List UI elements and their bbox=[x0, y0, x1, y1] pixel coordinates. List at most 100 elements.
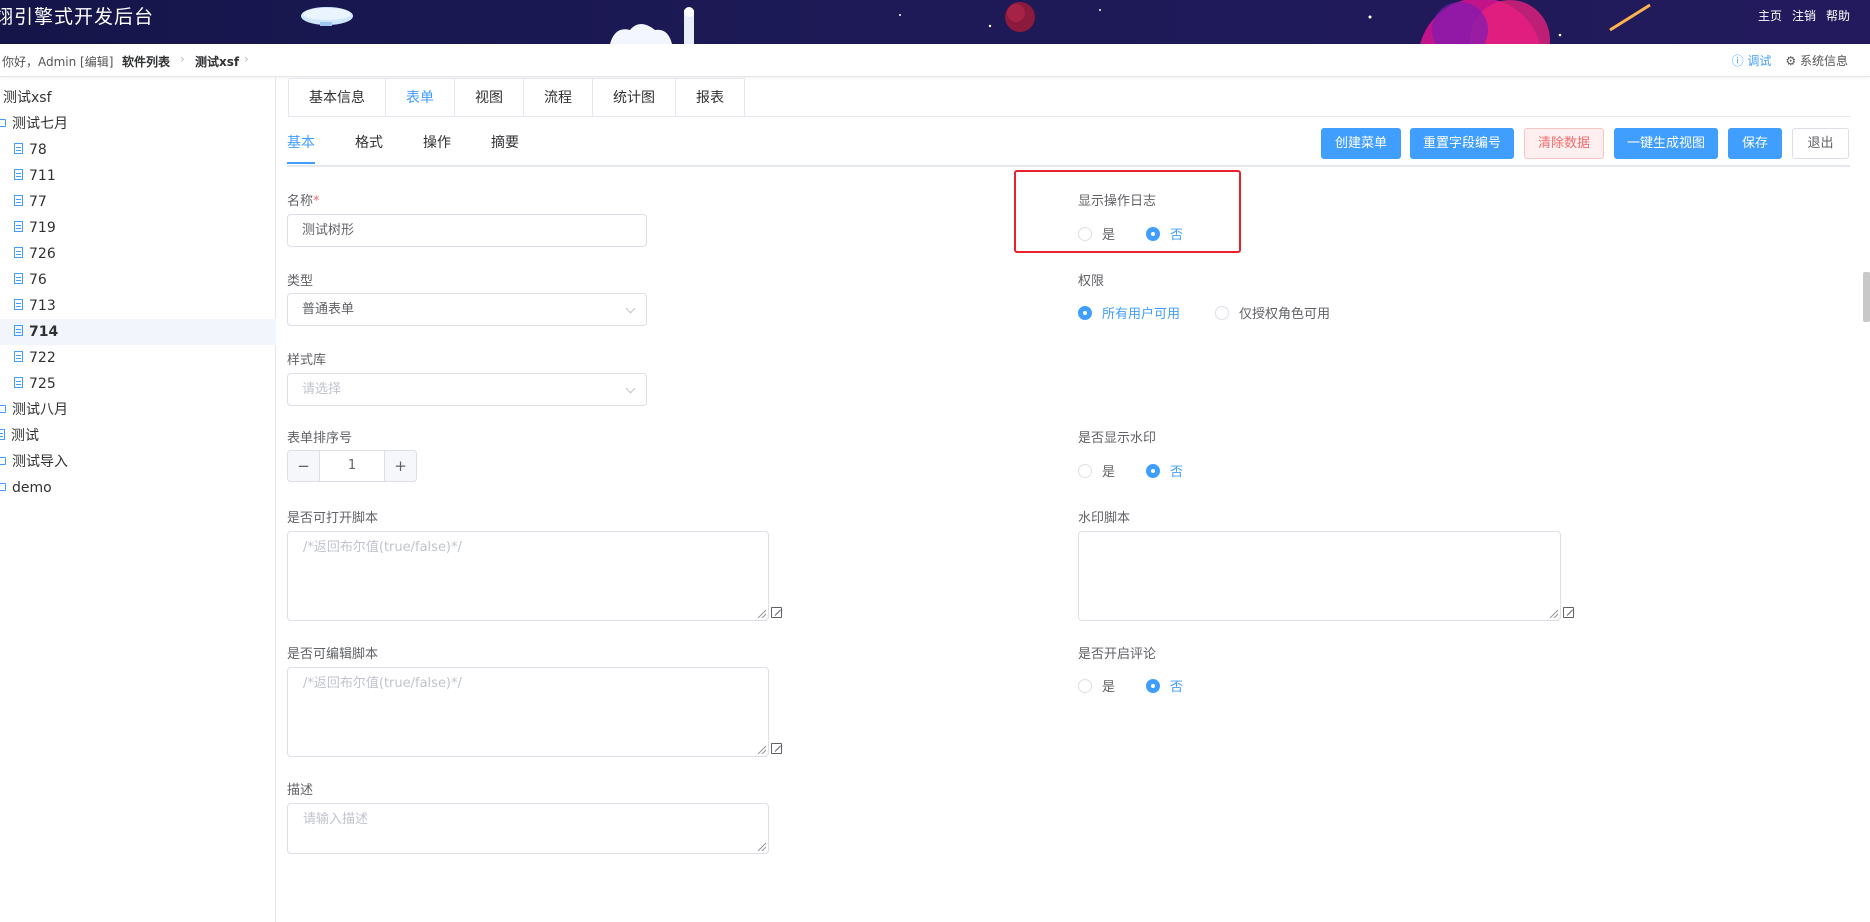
generate-view-button[interactable]: 一键生成视图 bbox=[1614, 128, 1718, 159]
reset-field-number-button[interactable]: 重置字段编号 bbox=[1410, 128, 1514, 159]
increment-button[interactable]: + bbox=[384, 451, 416, 481]
subtab-summary[interactable]: 摘要 bbox=[491, 128, 519, 164]
tab-basic-info[interactable]: 基本信息 bbox=[289, 79, 386, 117]
tab-report[interactable]: 报表 bbox=[676, 79, 744, 117]
tree-doc-item[interactable]: 77 bbox=[14, 189, 290, 215]
form-order-stepper: − 1 + bbox=[287, 450, 417, 482]
watermark-script-textarea[interactable] bbox=[1078, 531, 1561, 621]
resize-handle-icon[interactable] bbox=[758, 843, 766, 851]
debug-link[interactable]: ⓘ 调试 bbox=[1732, 52, 1772, 69]
tree-root-label: 测试xsf bbox=[3, 90, 52, 106]
breadcrumb-bar: 你好，Admin [编辑] 软件列表 › 测试xsf › ⓘ 调试 ⚙ 系统信息 bbox=[0, 44, 1870, 77]
breadcrumb-separator-icon: › bbox=[244, 52, 249, 66]
edit-script-label: 是否可编辑脚本 bbox=[287, 647, 379, 662]
folder-icon bbox=[0, 482, 6, 491]
name-input-value: 测试树形 bbox=[302, 223, 355, 238]
tree-folder-item[interactable]: 测试七月 bbox=[0, 111, 272, 137]
subtab-format[interactable]: 格式 bbox=[355, 128, 383, 164]
tree-item-label: 725 bbox=[29, 376, 56, 392]
edit-script-icon[interactable] bbox=[1563, 607, 1574, 618]
style-library-label: 样式库 bbox=[287, 353, 327, 368]
breadcrumb-separator-icon: › bbox=[180, 52, 185, 66]
type-label: 类型 bbox=[287, 274, 314, 289]
tree-root[interactable]: 测试xsf bbox=[3, 85, 279, 111]
tree-item-label: 722 bbox=[29, 350, 56, 366]
subtab-basic[interactable]: 基本 bbox=[287, 128, 315, 164]
tab-form[interactable]: 表单 bbox=[386, 79, 455, 117]
breadcrumb-current[interactable]: 测试xsf bbox=[195, 53, 239, 70]
resize-handle-icon[interactable] bbox=[758, 610, 766, 618]
name-label: 名称* bbox=[287, 190, 320, 209]
permission-role-only-radio[interactable]: 仅授权角色可用 bbox=[1215, 303, 1330, 322]
folder-icon bbox=[0, 118, 6, 127]
tree-doc-item[interactable]: 测试 bbox=[0, 423, 272, 449]
open-script-label: 是否可打开脚本 bbox=[287, 511, 379, 526]
watermark-no-radio[interactable]: 否 bbox=[1146, 461, 1183, 480]
tab-view[interactable]: 视图 bbox=[455, 79, 524, 117]
scrollbar-thumb[interactable] bbox=[1863, 272, 1870, 322]
breadcrumb-right-tools: ⓘ 调试 ⚙ 系统信息 bbox=[1732, 52, 1848, 69]
logout-link[interactable]: 注销 bbox=[1792, 7, 1816, 24]
comment-yes-radio[interactable]: 是 bbox=[1078, 676, 1115, 695]
tree-doc-item[interactable]: 76 bbox=[14, 267, 290, 293]
tree-item-label: 711 bbox=[29, 168, 56, 184]
open-script-textarea[interactable]: /*返回布尔值(true/false)*/ bbox=[287, 531, 769, 621]
tree-item-label: 77 bbox=[29, 194, 47, 210]
radio-circle bbox=[1146, 678, 1160, 693]
form-order-value[interactable]: 1 bbox=[320, 451, 384, 481]
tree-folder-item[interactable]: 测试导入 bbox=[0, 449, 272, 475]
required-mark: * bbox=[313, 194, 320, 209]
tree-doc-item[interactable]: 78 bbox=[14, 137, 290, 163]
breadcrumb-software-list[interactable]: 软件列表 bbox=[122, 53, 170, 70]
edit-script-textarea[interactable]: /*返回布尔值(true/false)*/ bbox=[287, 667, 769, 757]
user-greeting[interactable]: 你好，Admin [编辑] bbox=[2, 53, 113, 70]
radio-circle bbox=[1215, 305, 1229, 320]
tree-doc-item[interactable]: 719 bbox=[14, 215, 290, 241]
type-select[interactable]: 普通表单 bbox=[287, 293, 647, 326]
tree-item-label: 726 bbox=[29, 246, 56, 262]
app-header: 翊引擎式开发后台 主页 注销 帮助 bbox=[0, 0, 1870, 44]
resize-handle-icon[interactable] bbox=[1550, 610, 1558, 618]
tree-doc-item[interactable]: 726 bbox=[14, 241, 290, 267]
edit-script-icon[interactable] bbox=[771, 607, 782, 618]
style-library-select[interactable]: 请选择 bbox=[287, 373, 647, 406]
tree-folder-item[interactable]: demo bbox=[0, 475, 272, 501]
subtab-operation[interactable]: 操作 bbox=[423, 128, 451, 164]
save-button[interactable]: 保存 bbox=[1728, 128, 1782, 159]
tab-chart[interactable]: 统计图 bbox=[593, 79, 676, 117]
help-link[interactable]: 帮助 bbox=[1826, 7, 1850, 24]
radio-circle bbox=[1078, 463, 1092, 478]
name-input[interactable]: 测试树形 bbox=[287, 214, 647, 247]
radio-label: 是 bbox=[1102, 465, 1116, 480]
create-menu-button[interactable]: 创建菜单 bbox=[1321, 128, 1401, 159]
permission-all-users-radio[interactable]: 所有用户可用 bbox=[1078, 303, 1180, 322]
style-library-placeholder: 请选择 bbox=[302, 382, 342, 397]
main-tabs-divider bbox=[288, 116, 1850, 117]
system-info-link[interactable]: ⚙ 系统信息 bbox=[1785, 52, 1848, 69]
tree-doc-item[interactable]: 725 bbox=[14, 371, 290, 397]
radio-label: 否 bbox=[1170, 465, 1184, 480]
edit-script-icon[interactable] bbox=[771, 743, 782, 754]
description-textarea[interactable]: 请输入描述 bbox=[287, 803, 769, 854]
main-tabs: 基本信息 表单 视图 流程 统计图 报表 bbox=[288, 78, 745, 117]
tree-doc-item[interactable]: 722 bbox=[14, 345, 290, 371]
tree-doc-item[interactable]: 711 bbox=[14, 163, 290, 189]
home-link[interactable]: 主页 bbox=[1758, 7, 1782, 24]
watermark-yes-radio[interactable]: 是 bbox=[1078, 461, 1115, 480]
clear-data-button[interactable]: 清除数据 bbox=[1524, 128, 1604, 159]
tree-folder-item[interactable]: 测试八月 bbox=[0, 397, 272, 423]
radio-label: 是 bbox=[1102, 680, 1116, 695]
document-icon bbox=[14, 273, 23, 284]
tree-doc-item[interactable]: 713 bbox=[14, 293, 290, 319]
description-placeholder: 请输入描述 bbox=[303, 812, 369, 827]
edit-script-placeholder: /*返回布尔值(true/false)*/ bbox=[303, 676, 462, 691]
radio-label: 否 bbox=[1170, 680, 1184, 695]
exit-button[interactable]: 退出 bbox=[1792, 128, 1849, 159]
comment-no-radio[interactable]: 否 bbox=[1146, 676, 1183, 695]
tree-doc-item-selected[interactable]: 714 bbox=[0, 319, 276, 345]
tree-item-label: 测试 bbox=[11, 428, 39, 444]
tab-flow[interactable]: 流程 bbox=[524, 79, 593, 117]
document-icon bbox=[14, 377, 23, 388]
decrement-button[interactable]: − bbox=[288, 451, 320, 481]
resize-handle-icon[interactable] bbox=[758, 746, 766, 754]
